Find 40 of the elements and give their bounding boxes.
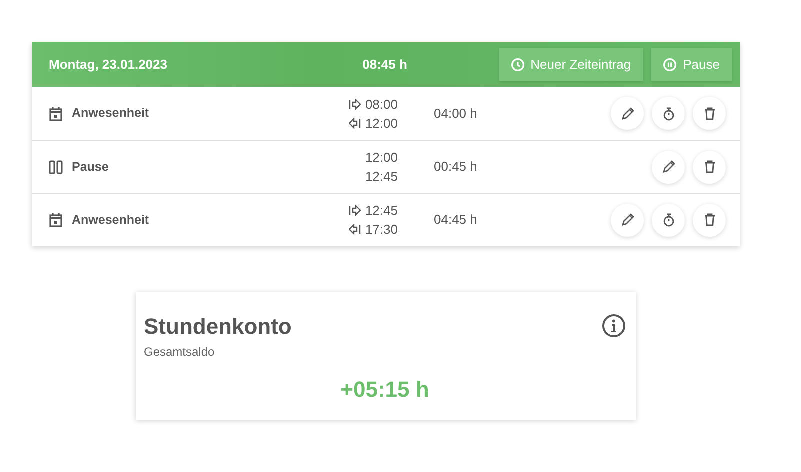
entry-label: Pause	[72, 158, 109, 176]
edit-button[interactable]	[652, 150, 685, 184]
end-time: 12:00	[365, 114, 398, 132]
delete-button[interactable]	[693, 97, 726, 130]
entry-duration: 04:00 h	[434, 104, 478, 123]
pencil-icon	[660, 159, 676, 175]
balance-title: Stundenkonto	[144, 313, 292, 341]
end-time: 17:30	[365, 221, 398, 239]
clock-in-icon	[349, 205, 362, 216]
edit-button[interactable]	[611, 204, 644, 236]
clock-in-icon	[349, 98, 362, 110]
delete-button[interactable]	[693, 150, 726, 184]
start-time: 12:45	[365, 202, 398, 220]
calendar-icon	[48, 212, 64, 228]
start-time: 08:00	[365, 96, 398, 114]
clock-icon	[510, 58, 525, 72]
pause-button[interactable]: Pause	[651, 48, 732, 81]
clock-out-icon	[349, 224, 362, 235]
pencil-icon	[620, 106, 636, 122]
entry-duration: 00:45 h	[434, 158, 478, 176]
pencil-icon	[620, 212, 636, 228]
delete-button[interactable]	[693, 204, 726, 236]
balance-subtitle: Gesamtsaldo	[144, 344, 216, 361]
entry-label: Anwesenheit	[72, 105, 150, 122]
end-time: 12:45	[365, 168, 398, 186]
pause-icon	[663, 58, 678, 72]
timer-button[interactable]	[652, 97, 685, 130]
new-entry-button[interactable]: Neuer Zeiteintrag	[498, 48, 644, 81]
clock-out-icon	[349, 118, 362, 128]
balance-value: +05:15 h	[340, 376, 430, 404]
start-time: 12:00	[365, 149, 398, 167]
day-total: 08:45 h	[362, 56, 408, 74]
pause-bars-icon	[48, 159, 64, 175]
entry-duration: 04:45 h	[434, 211, 478, 230]
info-icon[interactable]	[602, 314, 626, 338]
entry-label: Anwesenheit	[72, 212, 150, 229]
edit-button[interactable]	[611, 97, 644, 130]
day-date: Montag, 23.01.2023	[49, 56, 168, 74]
calendar-icon	[48, 106, 64, 122]
timer-button[interactable]	[652, 204, 685, 236]
